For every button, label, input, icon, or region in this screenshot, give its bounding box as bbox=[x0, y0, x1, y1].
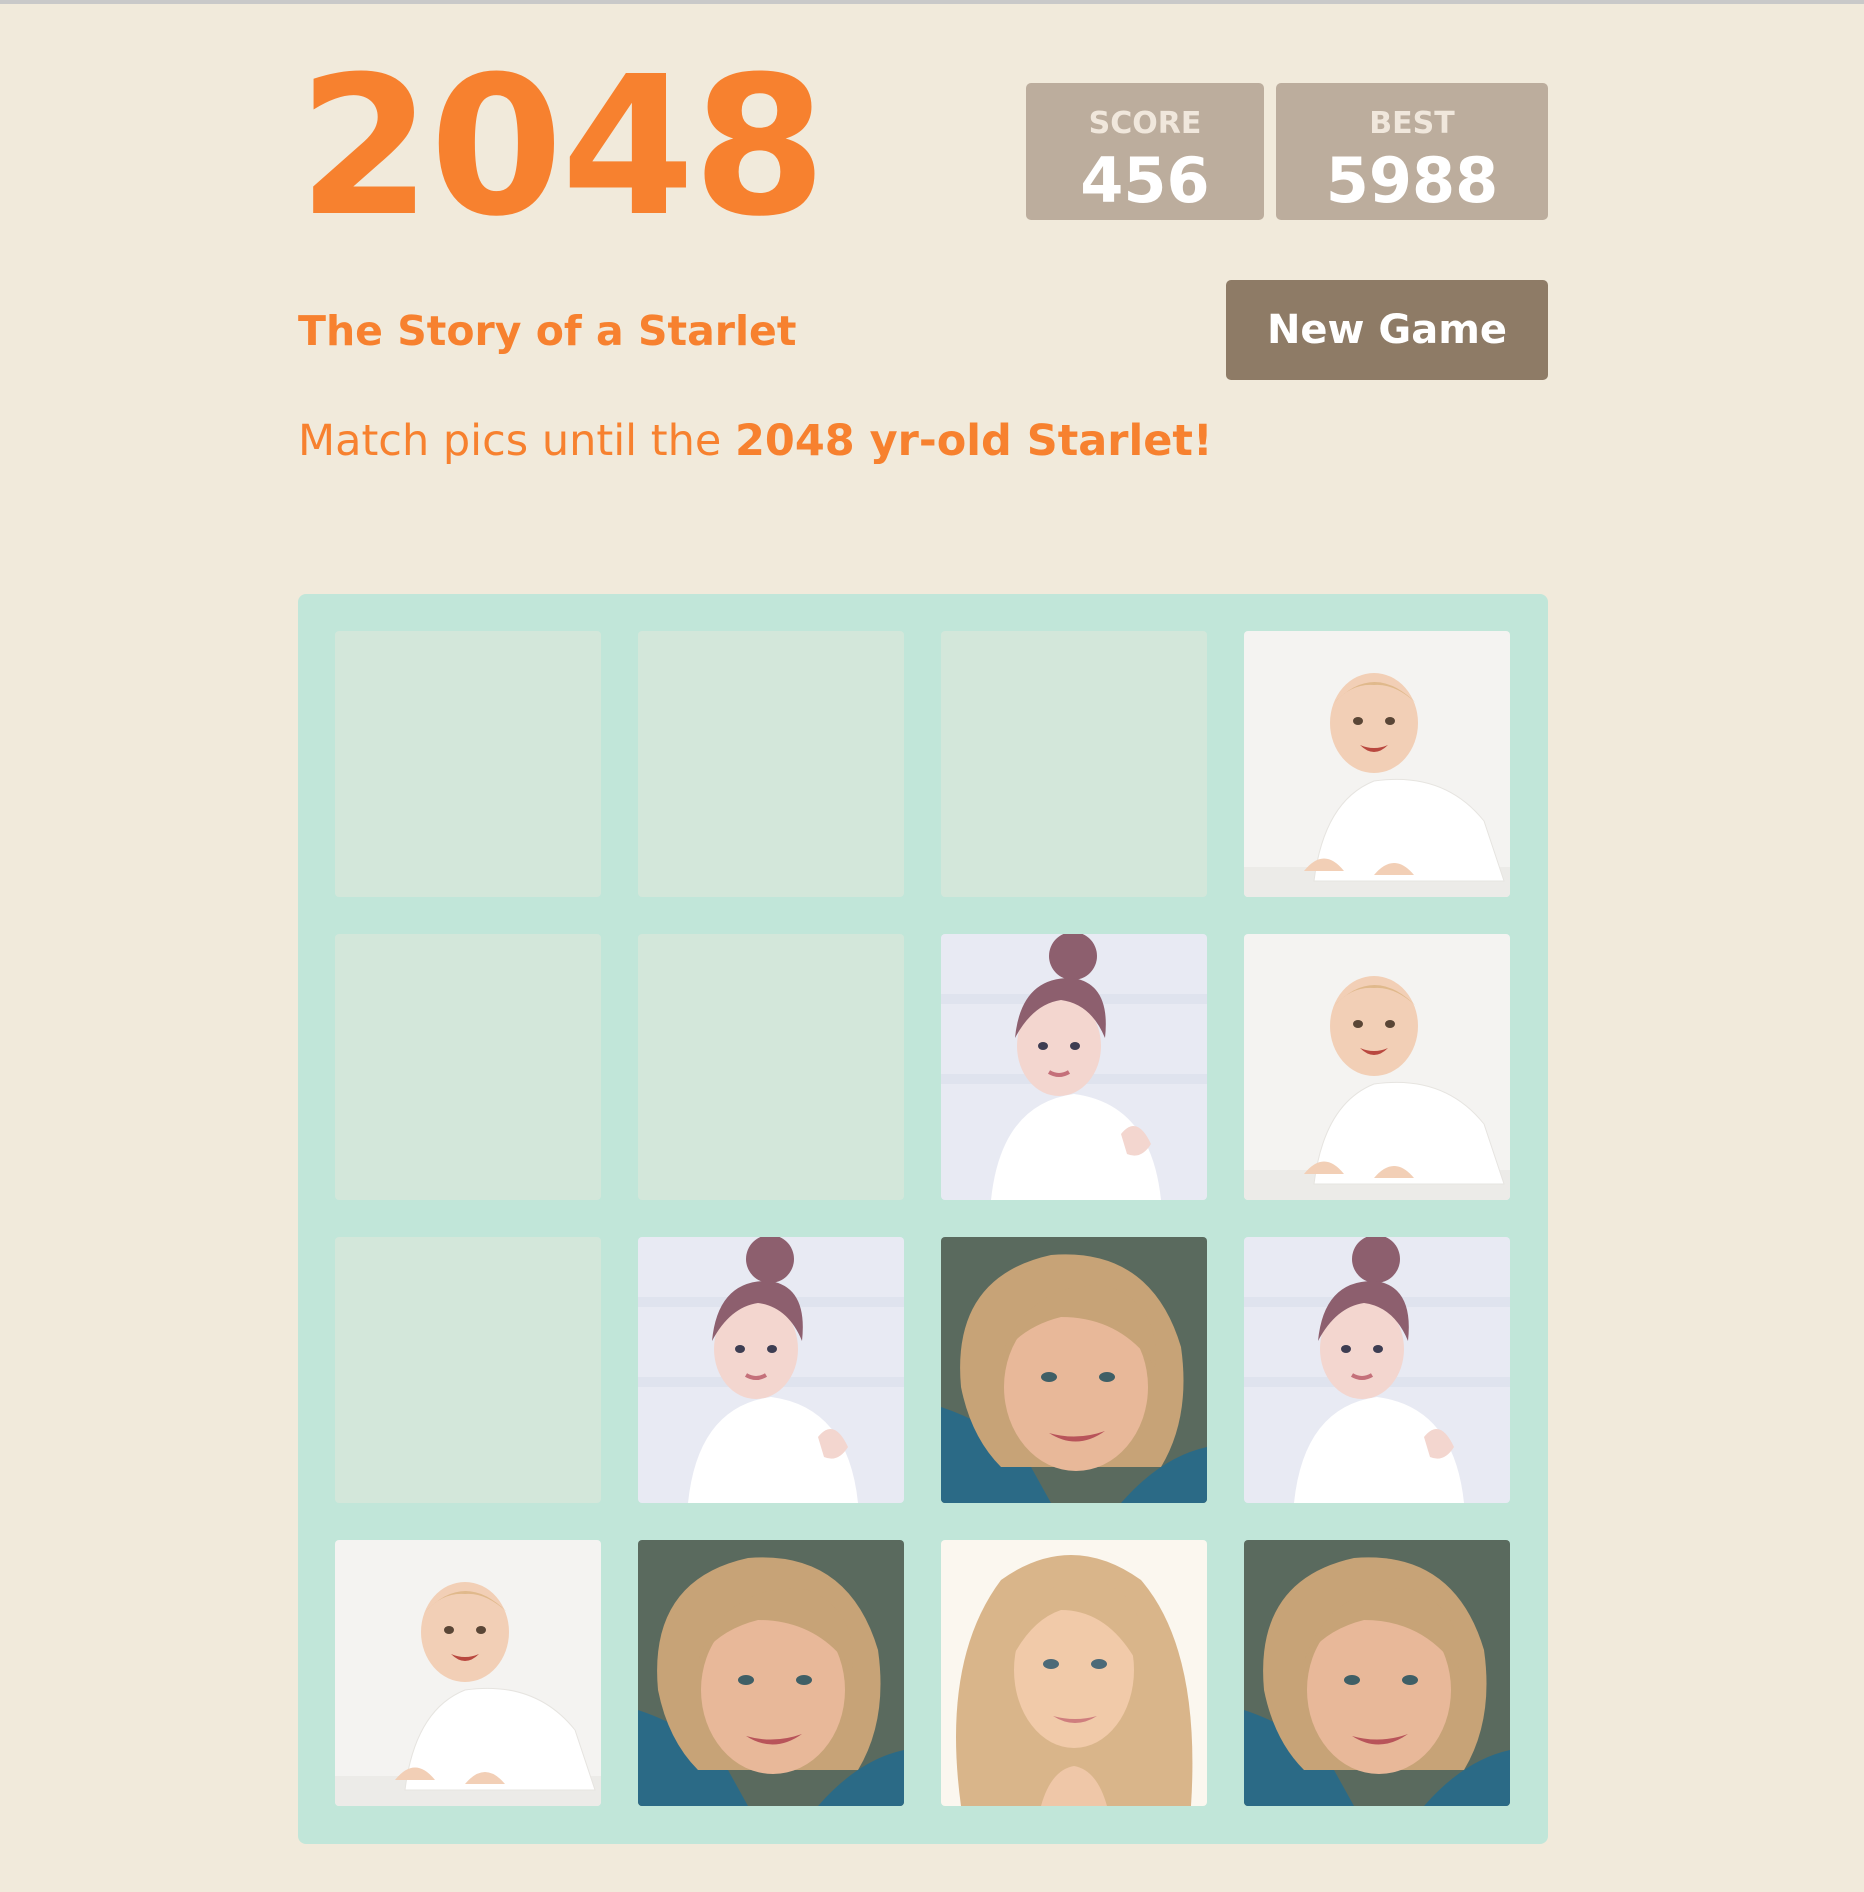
tile-toddler bbox=[638, 1237, 904, 1503]
game-subtitle: The Story of a Starlet bbox=[298, 307, 797, 355]
game-title: 2048 bbox=[298, 36, 826, 259]
score-box: SCORE 456 bbox=[1026, 83, 1264, 220]
new-game-button[interactable]: New Game bbox=[1226, 280, 1548, 380]
baby-photo-icon bbox=[335, 1540, 601, 1806]
tile-baby bbox=[1244, 934, 1510, 1200]
girl-photo-icon bbox=[638, 1540, 904, 1806]
best-value: 5988 bbox=[1325, 144, 1499, 217]
best-score-box: BEST 5988 bbox=[1276, 83, 1548, 220]
tile-girl bbox=[941, 1237, 1207, 1503]
tile-toddler bbox=[1244, 1237, 1510, 1503]
empty-cell bbox=[335, 1237, 601, 1503]
tile-toddler bbox=[941, 934, 1207, 1200]
intro-text: Match pics until the bbox=[298, 416, 735, 466]
game-container: 2048 SCORE 456 BEST 5988 The Story of a … bbox=[298, 0, 1548, 1892]
score-value: 456 bbox=[1080, 144, 1210, 217]
girl-photo-icon bbox=[1244, 1540, 1510, 1806]
empty-cell bbox=[638, 934, 904, 1200]
game-intro: Match pics until the 2048 yr-old Starlet… bbox=[298, 414, 1213, 468]
empty-cell bbox=[638, 631, 904, 897]
intro-goal: 2048 yr-old Starlet! bbox=[735, 416, 1213, 466]
baby-photo-icon bbox=[1244, 631, 1510, 897]
girl-photo-icon bbox=[941, 1237, 1207, 1503]
game-board[interactable] bbox=[298, 594, 1548, 1844]
teen-photo-icon bbox=[941, 1540, 1207, 1806]
toddler-photo-icon bbox=[941, 934, 1207, 1200]
tile-teen bbox=[941, 1540, 1207, 1806]
tile-baby bbox=[335, 1540, 601, 1806]
tile-baby bbox=[1244, 631, 1510, 897]
empty-cell bbox=[335, 631, 601, 897]
best-label: BEST bbox=[1369, 106, 1455, 141]
tile-girl bbox=[1244, 1540, 1510, 1806]
baby-photo-icon bbox=[1244, 934, 1510, 1200]
tile-girl bbox=[638, 1540, 904, 1806]
score-label: SCORE bbox=[1088, 106, 1202, 141]
toddler-photo-icon bbox=[1244, 1237, 1510, 1503]
empty-cell bbox=[335, 934, 601, 1200]
empty-cell bbox=[941, 631, 1207, 897]
toddler-photo-icon bbox=[638, 1237, 904, 1503]
